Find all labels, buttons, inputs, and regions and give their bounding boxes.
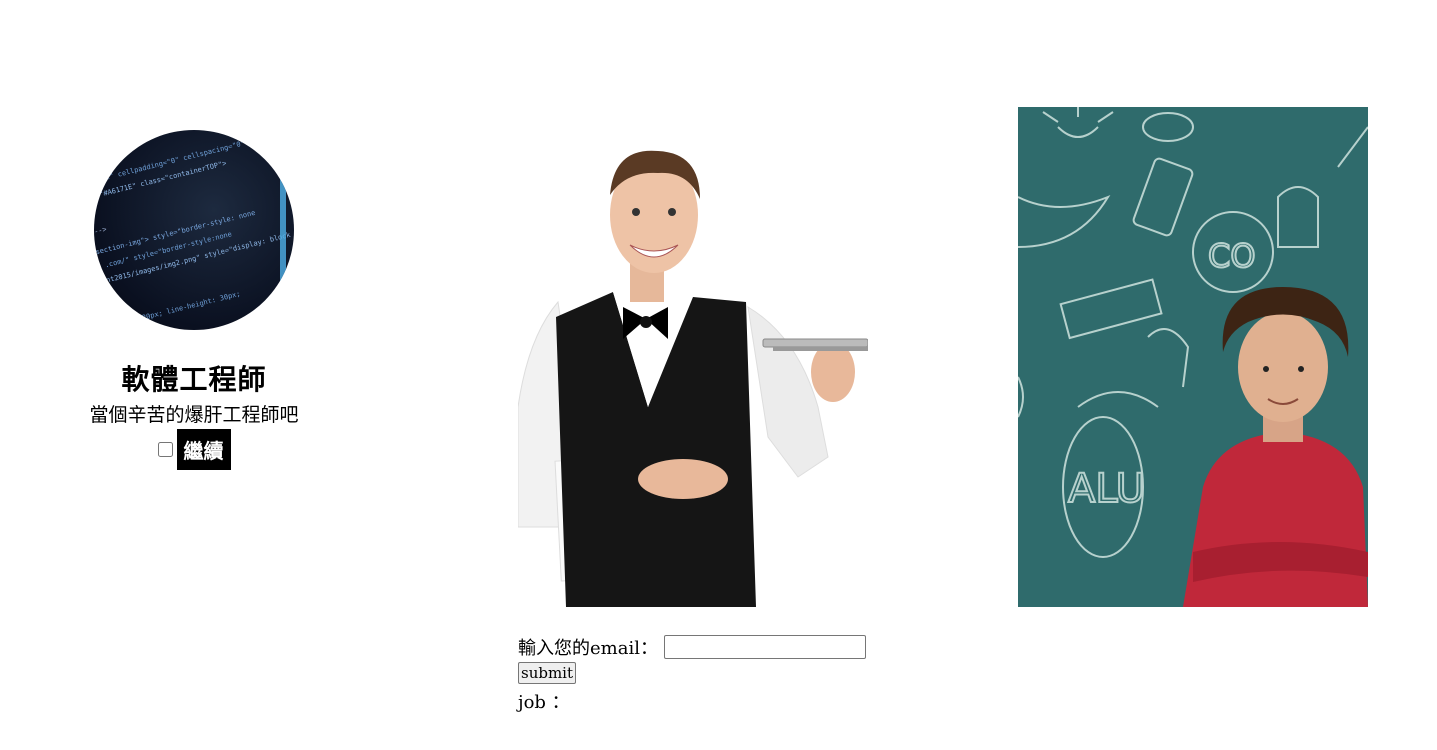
code-screen-avatar: right" cellpadding="0" cellspacing="0" s… xyxy=(94,130,294,330)
job-label: job ： xyxy=(518,692,570,713)
profile-card: right" cellpadding="0" cellspacing="0" s… xyxy=(80,130,308,470)
svg-text:; 20px; line-height: 30px;: ; 20px; line-height: 30px; xyxy=(133,290,241,324)
svg-text:CO: CO xyxy=(1208,237,1256,275)
email-input[interactable] xyxy=(663,635,866,659)
continue-checkbox[interactable] xyxy=(157,442,173,457)
email-row: 輸入您的email： xyxy=(518,634,878,660)
svg-text:ne -->: ne --> xyxy=(94,225,107,239)
boy-chalkboard-image: CO ALU xyxy=(1018,107,1368,607)
card-subtitle: 當個辛苦的爆肝工程師吧 xyxy=(89,404,299,426)
card-title: 軟體工程師 xyxy=(121,363,267,396)
submit-button[interactable]: submit xyxy=(518,662,577,684)
email-form: 輸入您的email： submit job ： xyxy=(518,634,878,714)
svg-text:ALU: ALU xyxy=(1068,466,1145,512)
continue-row: 繼續 xyxy=(80,429,308,470)
continue-button[interactable]: 繼續 xyxy=(176,429,231,470)
waiter-image xyxy=(517,107,869,607)
email-label: 輸入您的email： xyxy=(518,638,658,659)
